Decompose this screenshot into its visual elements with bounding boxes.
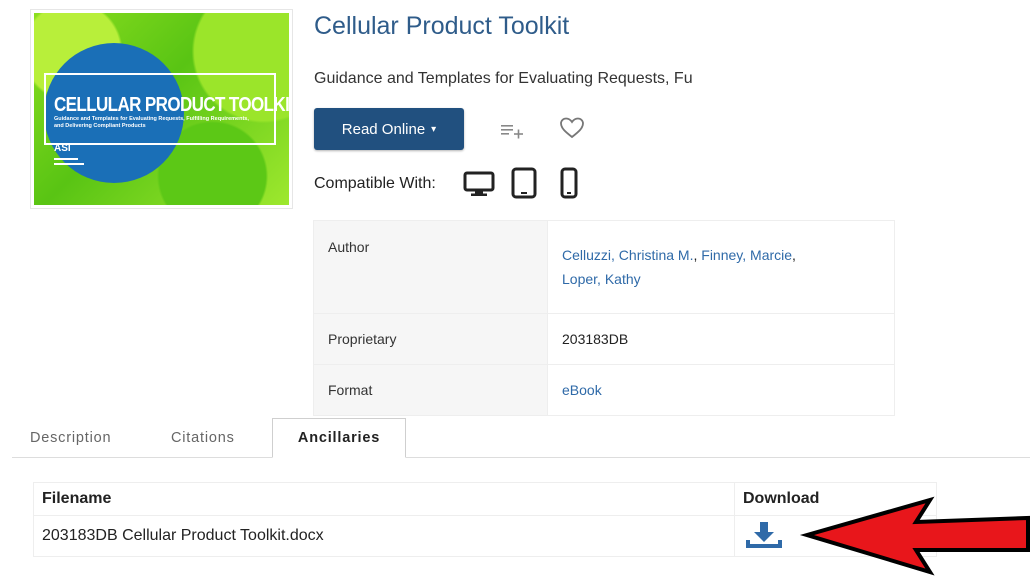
caret-down-icon: ▾ bbox=[431, 123, 437, 135]
table-row: Proprietary 203183DB bbox=[313, 313, 895, 365]
author-separator: , bbox=[792, 247, 796, 263]
book-title: Cellular Product Toolkit bbox=[314, 12, 570, 40]
author-link[interactable]: Finney, Marcie bbox=[701, 247, 792, 263]
format-link[interactable]: eBook bbox=[562, 382, 602, 398]
book-cover: CELLULAR PRODUCT TOOLKIT Guidance and Te… bbox=[30, 9, 293, 209]
read-online-label: Read Online bbox=[341, 120, 426, 138]
author-key: Author bbox=[313, 220, 548, 314]
cover-logo: ASI bbox=[54, 143, 71, 154]
table-row: Format eBook bbox=[313, 364, 895, 416]
tab-ancillaries[interactable]: Ancillaries bbox=[272, 418, 406, 458]
read-online-button[interactable]: Read Online ▾ bbox=[314, 108, 464, 150]
author-value: Celluzzi, Christina M., Finney, Marcie, … bbox=[547, 220, 895, 314]
tabs-divider bbox=[12, 457, 1030, 458]
format-value: eBook bbox=[547, 364, 895, 416]
phone-icon bbox=[560, 167, 578, 204]
format-key: Format bbox=[313, 364, 548, 416]
tab-description[interactable]: Description bbox=[30, 418, 111, 458]
heart-icon[interactable] bbox=[559, 116, 585, 145]
filename-cell: 203183DB Cellular Product Toolkit.docx bbox=[33, 515, 735, 557]
compatible-with-label: Compatible With: bbox=[314, 175, 436, 192]
author-link[interactable]: Celluzzi, Christina M. bbox=[562, 247, 693, 263]
annotation-arrow bbox=[770, 495, 1030, 582]
author-link[interactable]: Loper, Kathy bbox=[562, 271, 641, 287]
add-to-list-icon[interactable] bbox=[500, 120, 526, 145]
cover-logo-line bbox=[54, 158, 78, 160]
cover-art: CELLULAR PRODUCT TOOLKIT Guidance and Te… bbox=[34, 13, 289, 205]
proprietary-key: Proprietary bbox=[313, 313, 548, 365]
tablet-icon bbox=[511, 167, 537, 204]
cover-logo-line bbox=[54, 163, 84, 165]
filename-header: Filename bbox=[33, 482, 735, 516]
tab-citations[interactable]: Citations bbox=[171, 418, 235, 458]
book-subtitle: Guidance and Templates for Evaluating Re… bbox=[314, 70, 693, 87]
proprietary-value: 203183DB bbox=[547, 313, 895, 365]
cover-title: CELLULAR PRODUCT TOOLKIT bbox=[54, 93, 289, 116]
table-row: Author Celluzzi, Christina M., Finney, M… bbox=[313, 220, 895, 314]
cover-subtitle: Guidance and Templates for Evaluating Re… bbox=[54, 116, 249, 129]
desktop-icon bbox=[463, 171, 495, 202]
book-details-table: Author Celluzzi, Christina M., Finney, M… bbox=[313, 220, 895, 416]
